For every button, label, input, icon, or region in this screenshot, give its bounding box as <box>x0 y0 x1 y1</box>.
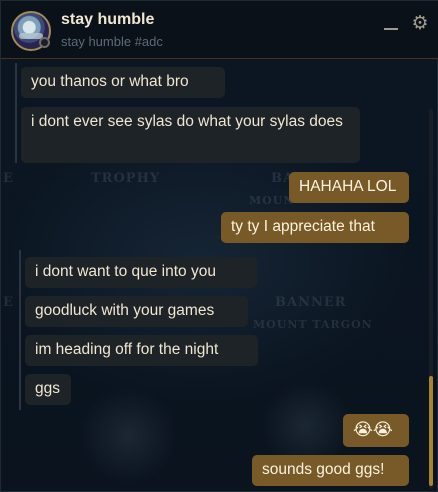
chat-header: stay humble stay humble #adc ⚙ <box>1 1 438 59</box>
message-bubble: goodluck with your games <box>25 296 248 327</box>
friend-riot-id: stay humble #adc <box>61 34 163 49</box>
bg-label-banner: BANNER <box>275 295 347 310</box>
trophy-emblem-icon <box>81 386 176 486</box>
message-bubble: you thanos or what bro <box>21 67 225 98</box>
message-group-gutter <box>19 250 21 410</box>
chat-window: TROPHY BA MOUN BANNER MOUNT TARGON E E s… <box>0 0 438 492</box>
message-bubble: 😭😭 <box>343 414 409 447</box>
bg-label-mount-targon: MOUNT TARGON <box>253 318 373 331</box>
status-indicator-icon <box>39 37 50 48</box>
message-bubble: i dont ever see sylas do what your sylas… <box>21 107 360 163</box>
message-bubble: ggs <box>25 374 71 405</box>
friend-name: stay humble <box>61 11 155 28</box>
message-bubble: sounds good ggs! <box>252 455 409 486</box>
message-bubble: im heading off for the night <box>25 335 258 366</box>
bg-label-moun: MOUN <box>249 194 295 207</box>
message-bubble: ty ty I appreciate that <box>221 212 409 243</box>
bg-label-e-2: E <box>3 295 14 310</box>
message-bubble: HAHAHA LOL <box>289 172 409 203</box>
scrollbar-thumb[interactable] <box>429 376 433 486</box>
bg-label-e-1: E <box>3 171 14 186</box>
message-bubble: i dont want to que into you <box>25 257 257 288</box>
minimize-icon[interactable] <box>381 15 401 35</box>
message-group-gutter <box>15 63 17 163</box>
gear-icon[interactable]: ⚙ <box>409 13 431 35</box>
bg-label-trophy: TROPHY <box>91 171 161 186</box>
